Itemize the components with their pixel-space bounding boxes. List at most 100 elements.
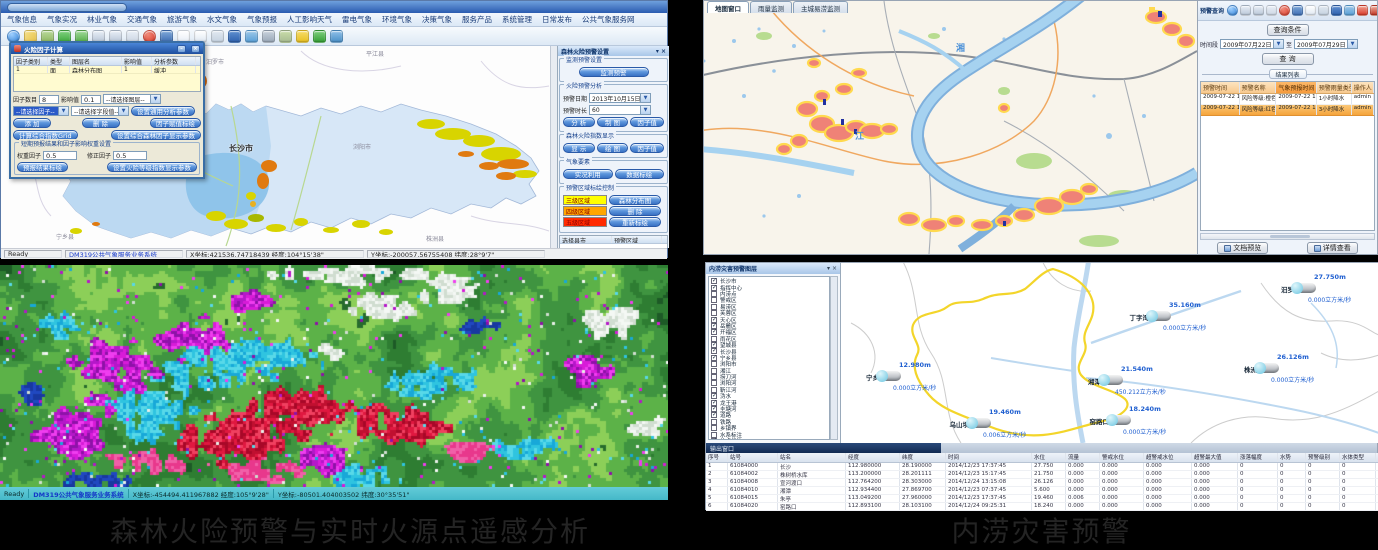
menu-item[interactable]: 雷电气象 [342, 14, 372, 25]
minimize-icon[interactable] [177, 45, 186, 53]
chart-icon[interactable] [330, 30, 343, 43]
field-select[interactable]: --请选择字段值-- [71, 106, 129, 116]
layer-checkbox[interactable] [711, 380, 717, 386]
stop-icon[interactable] [1279, 5, 1290, 16]
menu-item[interactable]: 气象预报 [247, 14, 277, 25]
warning-date-combo[interactable]: 2013年10月15日 [589, 93, 651, 103]
layer-checkbox[interactable] [711, 361, 717, 367]
plot-button[interactable]: 绘 图 [597, 143, 629, 153]
flood-map-viewport[interactable]: 汨罗 27.750m 0.000立方米/秒 丁字湾 35.160m 0.000立… [841, 263, 1378, 443]
dialog-titlebar[interactable]: 火险因子计算 [11, 43, 203, 54]
column-header[interactable]: 时间 [946, 453, 1032, 462]
close-icon[interactable] [191, 45, 200, 53]
table-row[interactable]: 161084000长沙112.98000028.1900002014/12/23… [706, 463, 1378, 471]
menu-item[interactable]: 气象信息 [7, 14, 37, 25]
column-header[interactable]: 预警级别 [1306, 453, 1340, 462]
layer-checkbox[interactable] [711, 412, 717, 418]
output-window-tab[interactable]: 输出窗口 [706, 443, 941, 453]
data-plot-button[interactable]: 数据标绘 [615, 169, 665, 179]
waterlogging-map-viewport[interactable]: 地图窗口雨量监测主城易涝监测 湘江 [704, 1, 1197, 254]
hydrology-station[interactable]: 窑路口 18.240m 0.000立方米/秒 [1111, 415, 1131, 427]
correct-input[interactable]: 0.5 [113, 151, 147, 160]
layer-list-scrollbar[interactable] [830, 276, 838, 440]
forecast-plot-button[interactable]: 预报结果标绘 [17, 162, 68, 172]
column-header[interactable]: 涨落幅度 [1238, 453, 1278, 462]
county-warning-list[interactable]: 选择县市预警区域 [559, 235, 668, 248]
edit-map-icon[interactable] [245, 30, 258, 43]
column-header[interactable]: 站名 [778, 453, 846, 462]
impact-input[interactable]: 0.1 [81, 95, 101, 104]
menu-item[interactable]: 决策气象 [422, 14, 452, 25]
column-header[interactable]: 预警雨量类型 [1317, 82, 1352, 93]
zoom-out-icon[interactable] [1253, 5, 1264, 16]
layer-checkbox[interactable] [711, 355, 717, 361]
menu-item[interactable]: 日常发布 [542, 14, 572, 25]
zoom-percent-icon[interactable] [211, 30, 224, 43]
hydrology-station[interactable]: 汨罗 27.750m 0.000立方米/秒 [1296, 283, 1316, 295]
menu-item[interactable]: 公共气象服务网 [582, 14, 635, 25]
layer-checkbox[interactable] [711, 419, 717, 425]
column-header[interactable]: 流量 [1066, 453, 1100, 462]
assign-button[interactable]: 因子赋值标绘 [150, 118, 201, 128]
close-icon[interactable] [1370, 5, 1377, 16]
display-params-button[interactable]: 设置综合森林因子显示参数 [111, 130, 201, 140]
column-header[interactable]: 纬度 [900, 453, 946, 462]
layers-icon[interactable] [228, 30, 241, 43]
delete-button[interactable]: 删 除 [82, 118, 120, 128]
station-data-table[interactable]: 序号站号站名经度纬度时间水位流量警戒水位超警戒水位超警最大值涨落幅度水势预警级别… [706, 453, 1378, 511]
date-from-picker[interactable]: 2009年07月22日 [1220, 39, 1284, 49]
layer-checkbox[interactable] [711, 285, 717, 291]
weight-input[interactable]: 0.5 [43, 151, 77, 160]
factor-value-button[interactable]: 因子值 [630, 143, 664, 153]
column-header[interactable]: 水体类型 [1340, 453, 1376, 462]
delete-button[interactable]: 删 除 [609, 206, 661, 216]
map-tab[interactable]: 雨量监测 [750, 1, 792, 13]
layer-checkbox[interactable] [711, 304, 717, 310]
globe-icon[interactable] [1227, 5, 1238, 16]
menu-item[interactable]: 环境气象 [382, 14, 412, 25]
export-icon[interactable] [279, 30, 292, 43]
redraw-button[interactable]: 重新标绘 [609, 217, 661, 227]
back-icon[interactable] [313, 30, 326, 43]
doc-icon[interactable] [1305, 5, 1316, 16]
forest-map-button[interactable]: 森林分布图 [609, 195, 661, 205]
column-header[interactable]: 水势 [1278, 453, 1306, 462]
query-button[interactable]: 查 询 [1262, 53, 1314, 65]
warning-duration-combo[interactable]: 60 [589, 105, 651, 115]
rs-image[interactable] [0, 265, 668, 487]
column-header[interactable]: 气象预报时间 [1276, 82, 1316, 93]
column-header[interactable]: 站号 [728, 453, 778, 462]
table-row[interactable]: 361084008宣河渡口112.76420028.3030002014/12/… [706, 479, 1378, 487]
layer-checkbox[interactable] [711, 329, 717, 335]
zoom-percent-icon[interactable] [1318, 5, 1329, 16]
hydrology-station[interactable]: 丁字湾 35.160m 0.000立方米/秒 [1151, 311, 1171, 323]
hydrology-station[interactable]: 株洲 26.126m 0.000立方米/秒 [1259, 363, 1279, 375]
detail-view-button[interactable]: 详情查看 [1307, 242, 1358, 254]
column-header[interactable]: 超警最大值 [1192, 453, 1238, 462]
pan-hand-icon[interactable] [1266, 5, 1277, 16]
pin-icon[interactable] [296, 30, 309, 43]
table-hscrollbar[interactable] [1200, 233, 1375, 240]
hydrology-station[interactable]: 湘潭 21.540m 450.212立方米/秒 [1103, 375, 1123, 387]
table-row[interactable]: 1面森林分布图1缓冲 [14, 66, 200, 74]
zoom-in-icon[interactable] [1240, 5, 1251, 16]
menu-item[interactable]: 服务产品 [462, 14, 492, 25]
factor-value-button[interactable]: 因子值 [630, 117, 664, 127]
layer-checkbox[interactable] [711, 425, 717, 431]
table-row[interactable]: 561084015朱亭113.04920027.9600002014/12/23… [706, 495, 1378, 503]
hydrology-station[interactable]: 乌山坝 19.460m 0.006立方米/秒 [971, 418, 991, 430]
layer-item[interactable]: 站点标注 [711, 438, 827, 440]
fire-titlebar[interactable] [1, 1, 667, 13]
column-header[interactable]: 序号 [706, 453, 728, 462]
fire-map-vscrollbar[interactable] [550, 46, 557, 248]
show-button[interactable]: 显 示 [563, 143, 595, 153]
analyze-button[interactable]: 分 析 [563, 117, 595, 127]
layer-checkbox[interactable] [711, 368, 717, 374]
remove-icon[interactable] [1357, 5, 1368, 16]
table-row[interactable]: 2009-07-22 1...风险等级:橙色...2009-07-22 1...… [1201, 94, 1374, 105]
factor-count-input[interactable]: 8 [39, 95, 59, 104]
hydrology-station[interactable]: 宁乡 12.980m 0.000立方米/秒 [881, 371, 901, 383]
full-extent-icon[interactable] [1292, 5, 1303, 16]
query-condition-button[interactable]: 查询条件 [1267, 24, 1309, 36]
map-tab[interactable]: 主城易涝监测 [793, 1, 848, 13]
